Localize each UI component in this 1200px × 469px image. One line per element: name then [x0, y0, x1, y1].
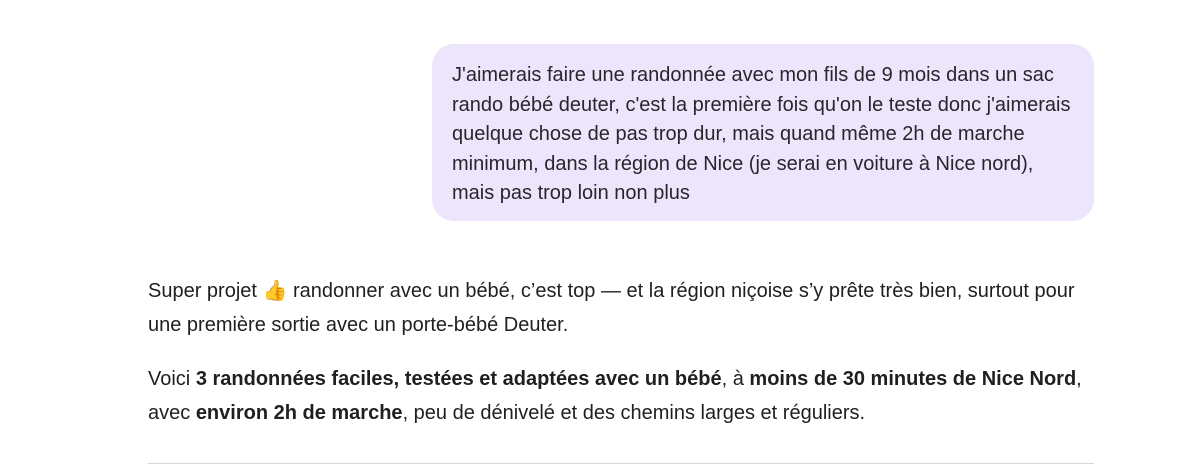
assistant-bold-hikes: 3 randonnées faciles, testées et adaptée… — [195, 368, 722, 390]
assistant-message: Super projet 👍 randonner avec un bébé, c… — [148, 274, 1108, 430]
assistant-paragraph-2-mid1: , à — [721, 368, 750, 390]
chat-thread: J'aimerais faire une randonnée avec mon … — [0, 0, 1200, 469]
assistant-paragraph-2: Voici 3 randonnées faciles, testées et a… — [148, 362, 1108, 430]
assistant-bold-distance: moins de 30 minutes de Nice Nord — [749, 368, 1077, 390]
user-message-bubble: J'aimerais faire une randonnée avec mon … — [432, 44, 1094, 221]
assistant-paragraph-2-end: , peu de dénivelé et des chemins larges … — [402, 402, 866, 424]
user-message-text: J'aimerais faire une randonnée avec mon … — [452, 64, 1071, 204]
section-divider — [148, 463, 1094, 464]
assistant-paragraph-2-intro: Voici — [148, 368, 196, 390]
assistant-paragraph-1: Super projet 👍 randonner avec un bébé, c… — [148, 274, 1108, 342]
assistant-paragraph-1-text: Super projet 👍 randonner avec un bébé, c… — [148, 280, 1075, 336]
assistant-bold-duration: environ 2h de marche — [195, 402, 403, 424]
